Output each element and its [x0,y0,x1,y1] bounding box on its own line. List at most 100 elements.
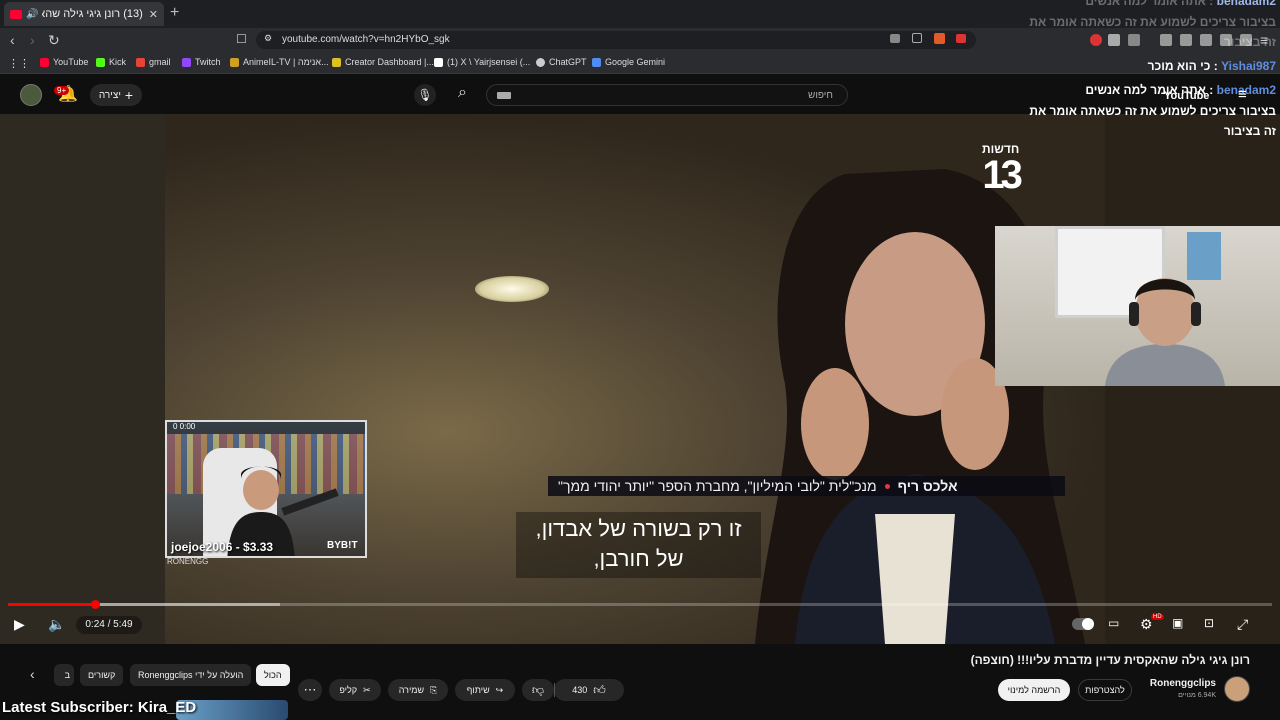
channel-name[interactable]: Ronenggclips [1150,678,1216,689]
bookmark-youtube[interactable]: YouTube [40,57,88,67]
browser-tab[interactable]: 🔊 (13) רונן גיגי גילה שהאקסית ע ✕ [4,2,164,26]
more-actions-icon[interactable]: ⋯ [298,679,322,701]
keyboard-icon[interactable] [497,92,511,99]
thumbs-up-icon: 👍︎ [593,682,606,697]
chevron-left-icon[interactable]: ‹ [30,666,35,682]
kick-icon [96,57,105,67]
like-count: 430 [572,685,588,695]
bookmark-kick[interactable]: Kick [96,57,126,67]
webcam-status-bar: 0 0:00 [167,422,365,434]
thumbs-down-icon: 👎︎ [531,682,545,697]
avatar[interactable] [20,84,42,106]
donation-alert: joejoe2006 - $3.33 [171,540,274,554]
share-button[interactable]: שיתוף ↪ [455,679,515,701]
like-divider [554,683,555,697]
nameplate-name: אלכס ריף [897,478,958,494]
brave-shield-icon[interactable] [934,33,945,44]
bookmark-gmail[interactable]: gmail [136,57,171,67]
video-left-letterbox [0,114,165,644]
clip-button[interactable]: קליפ ✂ [329,679,381,701]
subscribe-button[interactable]: הרשמה למינוי [998,679,1070,701]
chip-all[interactable]: הכול [256,664,290,686]
search-placeholder: חיפוש [808,90,833,101]
chat-message: בציבור צריכים לשמוע את זה כשאתה אומר את [1029,104,1276,118]
fullscreen-icon[interactable]: ⤢ [1237,616,1248,633]
apps-icon[interactable]: ⋮⋮ [8,57,30,70]
search-input[interactable]: חיפוש [486,84,848,106]
bookmark-label: Kick [109,57,127,67]
lamp-light [475,276,549,302]
rewards-icon[interactable] [956,34,966,43]
join-button[interactable]: להצטרפות [1078,679,1132,701]
channel-avatar[interactable] [1224,676,1250,702]
captions-icon[interactable]: ▭ [1108,616,1119,630]
youtube-favicon-icon [10,9,22,19]
bookmark-label: ChatGPT [549,57,587,67]
site-info-icon[interactable]: ⚙ [264,33,272,44]
new-tab-icon[interactable]: + [170,4,179,22]
speaker-icon[interactable]: 🔊 [26,9,38,20]
channel-subscriber-count: 6.94K מנויים [1178,692,1216,699]
video-title: רונן גיגי גילה שהאקסית עדיין מדברת עליו!… [970,653,1250,667]
close-tab-icon[interactable]: ✕ [149,8,158,21]
chat-text: זה בציבור [1223,124,1276,138]
video-subtitles: זו רק בשורה של אבדון, של חורבן, [516,512,761,578]
bookmark-label: gmail [149,57,171,67]
progress-bar[interactable] [8,600,1272,609]
share-arrow-icon: ↪ [495,684,504,695]
volume-icon[interactable]: 🔈 [48,616,65,633]
chat-text: זה בציבור [1223,35,1276,49]
create-button[interactable]: יצירה + [90,84,142,106]
bookmark-x[interactable]: (1) X \ Yairjsensei (... [434,57,530,67]
bookmark-icon[interactable]: ☐ [236,32,247,46]
chat-message: benadam2 : אתה אומר למה אנשים [1085,0,1276,8]
cast-icon[interactable] [890,34,900,43]
bookmark-chatgpt[interactable]: ChatGPT [536,57,587,67]
chat-message: זה בציבור [1224,124,1276,138]
chip-related[interactable]: קשורים [80,664,124,686]
hamburger-menu-icon[interactable]: ≡ [1238,86,1247,103]
save-button[interactable]: שמירה ⎘ [388,679,448,701]
sponsor-logo: BYB!T [327,540,358,551]
play-icon[interactable]: ▶ [14,616,25,633]
cast-icon[interactable]: ⊡ [1204,616,1214,630]
x-icon [434,57,443,67]
chat-text: אתה אומר למה אנשים [1085,0,1206,8]
url-text: youtube.com/watch?v=hn2HYbO_sgk [282,34,450,45]
search-icon[interactable]: ⌕ [458,84,467,102]
bookmark-label: AnimeIL-TV | אנימה... [243,57,329,67]
reload-icon[interactable]: ↻ [48,32,60,49]
nameplate-description: מנכ"לית "לובי המיליון", מחברת הספר "יותר… [558,478,877,494]
chat-text: כי הוא מוכר [1147,59,1211,73]
gmail-icon [136,57,145,67]
logo-number: 13 [982,153,1023,197]
streamer-webcam-left: 0 0:00 joejoe2006 - $3.33 BYB!T [165,420,367,558]
chip-uploaded-by[interactable]: הועלה על ידי Ronenggclips [130,664,252,686]
bookmark-gemini[interactable]: Google Gemini [592,57,665,67]
youtube-logo-text: YouTube [1164,90,1210,102]
save-bookmark-icon: ⎘ [430,684,438,695]
youtube-logo-fragment: YouTube [1164,90,1209,102]
bookmark-twitch[interactable]: Twitch [182,57,221,67]
autoplay-toggle[interactable] [1072,618,1094,630]
dislike-button[interactable]: 👎︎ [522,679,554,701]
miniplayer-icon[interactable]: ▣ [1172,616,1183,630]
streamer-webcam-right [995,226,1280,386]
forward-icon[interactable]: › [30,32,35,48]
chatgpt-icon [536,57,545,67]
subtitle-line: זו רק בשורה של אבדון, [535,516,742,541]
nameplate-dot [884,483,890,489]
lower-third-nameplate: אלכס ריף מנכ"לית "לובי המיליון", מחברת ה… [548,476,1065,496]
back-icon[interactable]: ‹ [10,32,15,48]
notification-count-badge: 9+ [54,86,70,95]
bookmark-creator-dashboard[interactable]: Creator Dashboard |... [332,57,434,67]
url-field[interactable]: ⚙ youtube.com/watch?v=hn2HYbO_sgk [256,31,976,49]
stream-chat-overlay: benadam2 : אתה אומר למה אנשים בציבור צרי… [1029,0,1280,140]
share-icon[interactable] [912,33,922,43]
chip-partial[interactable]: ב [54,664,74,686]
bookmark-animeil[interactable]: AnimeIL-TV | אנימה... [230,57,329,67]
like-button[interactable]: 430 👍︎ [554,679,624,701]
plus-icon: + [124,87,134,103]
voice-search-mic-icon[interactable]: 🎙 [414,84,436,106]
bookmark-label: Creator Dashboard |... [345,57,434,67]
